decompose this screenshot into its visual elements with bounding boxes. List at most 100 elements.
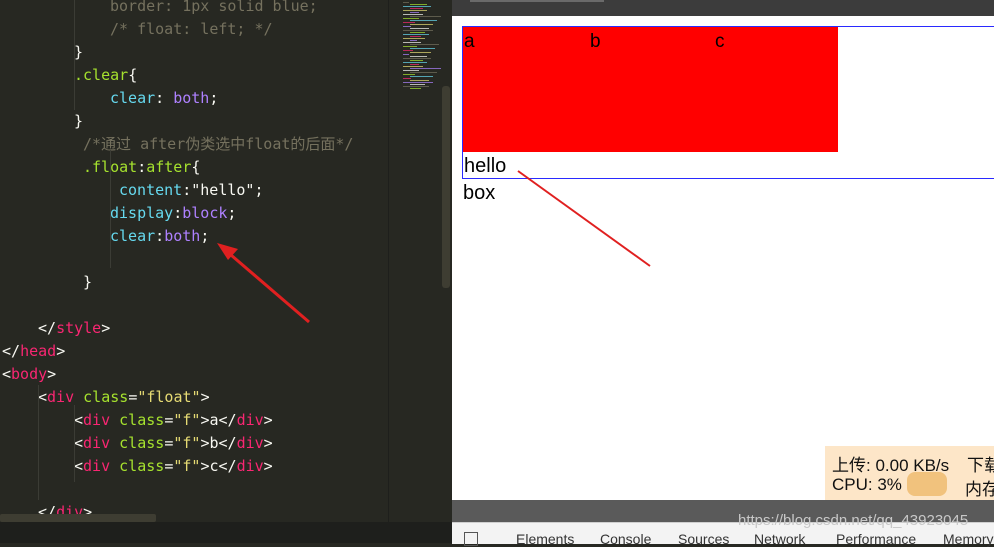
minimap-line bbox=[410, 84, 425, 85]
code-token: both bbox=[164, 227, 201, 245]
code-line[interactable]: <div class="f">b</div> bbox=[74, 432, 273, 455]
code-token: ; bbox=[227, 204, 237, 222]
minimap-line bbox=[403, 86, 429, 87]
code-token: </ bbox=[38, 319, 57, 337]
minimap-line bbox=[410, 76, 433, 77]
code-token: > bbox=[200, 388, 210, 406]
minimap-line bbox=[410, 64, 419, 65]
minimap-line bbox=[403, 50, 413, 51]
tab-console[interactable]: Console bbox=[600, 531, 651, 547]
code-line[interactable]: <div class="f">c</div> bbox=[74, 455, 273, 478]
code-line[interactable]: } bbox=[74, 110, 83, 133]
tab-network[interactable]: Network bbox=[754, 531, 805, 547]
minimap-line bbox=[403, 38, 425, 39]
float-child-a: a bbox=[464, 31, 475, 52]
minimap-line bbox=[410, 52, 431, 53]
code-token: div bbox=[83, 434, 111, 452]
minimap-line bbox=[403, 26, 411, 27]
tab-memory[interactable]: Memory bbox=[943, 531, 994, 547]
code-token: { bbox=[128, 66, 138, 84]
minimap-line bbox=[410, 24, 433, 25]
editor-horizontal-scrollbar[interactable] bbox=[0, 514, 156, 522]
code-token: head bbox=[20, 342, 57, 360]
minimap-line bbox=[403, 66, 423, 67]
code-token: block bbox=[182, 204, 228, 222]
minimap-line bbox=[410, 40, 417, 41]
editor-vertical-scrollbar[interactable] bbox=[442, 86, 450, 288]
code-token: > bbox=[56, 342, 66, 360]
code-token: > bbox=[101, 319, 111, 337]
code-token: content bbox=[119, 181, 183, 199]
after-pseudo-content: hello bbox=[464, 155, 507, 177]
browser-tab-indicator bbox=[470, 0, 604, 2]
browser-viewport: a b c hello box 上传: 0.00 KB/s 下载 CPU: 3%… bbox=[452, 0, 994, 500]
code-token: >a</ bbox=[200, 411, 237, 429]
minimap-line bbox=[410, 8, 423, 9]
code-token: div bbox=[236, 434, 264, 452]
cpu-usage: CPU: 3% bbox=[832, 475, 902, 494]
code-line[interactable]: /* float: left; */ bbox=[110, 18, 273, 41]
minimap-line bbox=[403, 54, 409, 55]
tab-sources[interactable]: Sources bbox=[678, 531, 729, 547]
code-token: "f" bbox=[173, 457, 201, 475]
code-line[interactable]: } bbox=[74, 41, 83, 64]
float-children-area: a b c bbox=[463, 27, 838, 152]
code-token: : bbox=[155, 89, 174, 107]
code-token: { bbox=[191, 158, 201, 176]
minimap-line bbox=[403, 22, 415, 23]
code-token: < bbox=[2, 365, 12, 383]
minimap-line bbox=[410, 88, 421, 89]
inspect-element-icon[interactable] bbox=[464, 532, 478, 546]
code-token: display bbox=[110, 204, 174, 222]
code-line[interactable]: </style> bbox=[38, 317, 110, 340]
code-token: = bbox=[164, 434, 174, 452]
code-token: clear bbox=[110, 227, 156, 245]
code-token: body bbox=[11, 365, 48, 383]
minimap-line bbox=[410, 48, 435, 49]
code-token: div bbox=[236, 457, 264, 475]
code-line[interactable]: clear:both; bbox=[110, 225, 209, 248]
tab-elements[interactable]: Elements bbox=[516, 531, 574, 547]
code-token: < bbox=[74, 434, 84, 452]
code-token: class bbox=[83, 388, 129, 406]
minimap-line bbox=[410, 32, 425, 33]
minimap-line bbox=[410, 12, 419, 13]
code-line[interactable]: <div class="f">a</div> bbox=[74, 409, 273, 432]
editor-status-strip bbox=[0, 522, 452, 543]
code-line[interactable]: clear: both; bbox=[110, 87, 218, 110]
code-token: after bbox=[146, 158, 192, 176]
code-line[interactable]: content:"hello"; bbox=[119, 179, 264, 202]
code-editor[interactable]: border: 1px solid blue; /* float: left; *… bbox=[0, 0, 388, 522]
code-line[interactable]: <body> bbox=[2, 363, 56, 386]
minimap-line bbox=[403, 6, 431, 7]
code-token: ; bbox=[209, 89, 219, 107]
minimap-line bbox=[403, 82, 433, 83]
tab-performance[interactable]: Performance bbox=[836, 531, 916, 547]
minimap-line bbox=[403, 34, 429, 35]
code-token: class bbox=[119, 434, 165, 452]
code-line[interactable]: /*通过 after伪类选中float的后面*/ bbox=[83, 133, 353, 156]
float-child-c: c bbox=[715, 31, 725, 52]
code-line[interactable]: <div class="float"> bbox=[38, 386, 210, 409]
code-token: ; bbox=[254, 181, 264, 199]
code-token: < bbox=[74, 411, 84, 429]
float-child-b: b bbox=[590, 31, 601, 52]
code-token: > bbox=[47, 365, 57, 383]
minimap-line bbox=[403, 62, 427, 63]
code-line[interactable]: border: 1px solid blue; bbox=[110, 0, 318, 18]
code-line[interactable]: .clear{ bbox=[74, 64, 137, 87]
code-line[interactable]: display:block; bbox=[110, 202, 236, 225]
code-token: : bbox=[173, 204, 183, 222]
code-line[interactable]: } bbox=[83, 271, 92, 294]
code-token: "hello" bbox=[191, 181, 255, 199]
code-token: >b</ bbox=[200, 434, 237, 452]
minimap-line bbox=[403, 42, 421, 43]
minimap-line bbox=[403, 58, 431, 59]
upload-speed: 上传: 0.00 KB/s bbox=[832, 456, 950, 475]
code-line[interactable]: .float:after{ bbox=[83, 156, 200, 179]
download-speed-label: 下载 bbox=[967, 456, 994, 475]
code-token: /*通过 after伪类选中float的后面*/ bbox=[83, 135, 354, 153]
code-line[interactable]: </head> bbox=[2, 340, 65, 363]
